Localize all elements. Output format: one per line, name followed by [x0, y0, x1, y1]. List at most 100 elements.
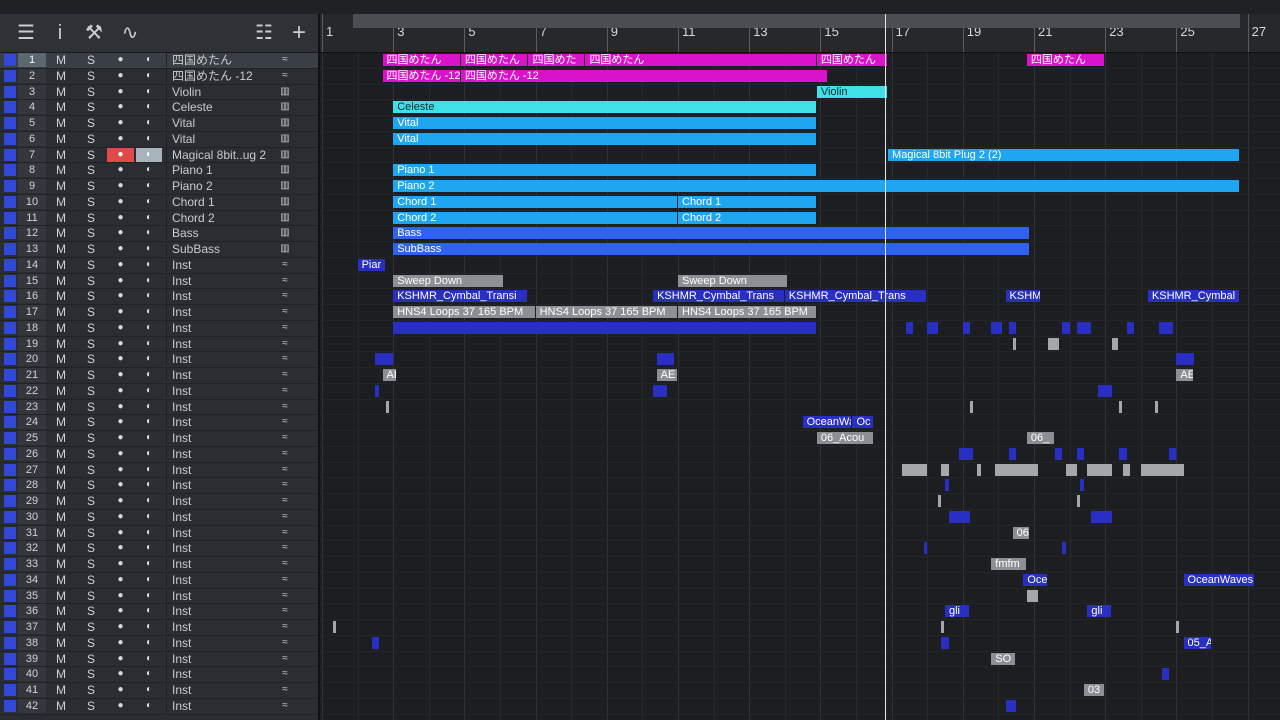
track-color-swatch[interactable] [4, 684, 16, 696]
mute-button[interactable]: M [52, 652, 70, 666]
event-block[interactable] [937, 495, 941, 507]
monitor-button[interactable]: ◐ [136, 147, 162, 162]
track-row[interactable]: 24 M S ● ◐ Inst ≈ [0, 415, 318, 431]
track-name[interactable]: Inst [166, 336, 280, 351]
arrangement-clip[interactable]: 四国めたん [1026, 54, 1105, 66]
event-block[interactable] [905, 321, 913, 334]
track-color-swatch[interactable] [4, 195, 16, 208]
track-row[interactable]: 13 M S ● ◐ SubBass ▥ [0, 242, 318, 258]
track-row[interactable]: 42 M S ● ◐ Inst ≈ [0, 698, 318, 715]
track-name[interactable]: Inst [166, 651, 280, 666]
monitor-button[interactable]: ◐ [136, 557, 162, 571]
track-name[interactable]: Inst [166, 557, 280, 571]
record-arm-button[interactable]: ● [107, 620, 134, 634]
track-name[interactable]: Inst [166, 399, 280, 414]
track-color-swatch[interactable] [4, 621, 16, 633]
arrangement-clip[interactable]: Piano 2 [393, 180, 1240, 192]
solo-button[interactable]: S [82, 116, 100, 130]
solo-button[interactable]: S [82, 636, 100, 650]
mute-button[interactable]: M [52, 242, 70, 256]
event-block[interactable] [902, 463, 928, 476]
event-block[interactable] [1076, 447, 1084, 460]
track-name[interactable]: Inst [166, 683, 280, 697]
solo-button[interactable]: S [82, 526, 100, 540]
track-color-swatch[interactable] [4, 274, 16, 287]
track-name[interactable]: Inst [166, 588, 280, 603]
solo-button[interactable]: S [82, 573, 100, 587]
event-block[interactable] [1087, 463, 1113, 476]
record-arm-button[interactable]: ● [107, 53, 134, 67]
event-block[interactable] [991, 321, 1002, 334]
record-arm-button[interactable]: ● [107, 431, 134, 445]
solo-button[interactable]: S [82, 148, 100, 162]
menu-icon[interactable]: ☰ [14, 22, 38, 44]
record-arm-button[interactable]: ● [107, 258, 134, 272]
arrangement-clip[interactable]: Chord 2 [678, 211, 816, 224]
arrangement-clip[interactable]: 四国めたん [585, 54, 816, 66]
arrangement-clip[interactable]: AE [656, 369, 677, 381]
event-block[interactable] [1140, 463, 1184, 476]
arrangement-clip[interactable]: HNS4 Loops 37 165 BPM [535, 306, 677, 318]
event-block[interactable] [1155, 400, 1159, 413]
event-block[interactable] [1119, 400, 1123, 413]
record-arm-button[interactable]: ● [107, 478, 134, 492]
record-arm-button[interactable]: ● [107, 321, 134, 335]
track-row[interactable]: 14 M S ● ◐ Inst ≈ [0, 257, 318, 274]
track-row[interactable]: 25 M S ● ◐ Inst ≈ [0, 431, 318, 447]
track-name[interactable]: Chord 1 [166, 194, 280, 209]
event-block[interactable] [1012, 337, 1017, 350]
record-arm-button[interactable]: ● [107, 85, 134, 99]
event-block[interactable] [371, 636, 379, 649]
monitor-button[interactable]: ◐ [136, 510, 162, 524]
track-row[interactable]: 40 M S ● ◐ Inst ≈ [0, 667, 318, 683]
track-name[interactable]: Inst [166, 415, 280, 430]
arrangement-clip[interactable]: Chord 2 [393, 211, 677, 224]
record-arm-button[interactable]: ● [107, 100, 134, 114]
track-row[interactable]: 30 M S ● ◐ Inst ≈ [0, 509, 318, 526]
mute-button[interactable]: M [52, 415, 70, 429]
monitor-button[interactable]: ◐ [136, 352, 162, 366]
monitor-button[interactable]: ◐ [136, 478, 162, 492]
solo-button[interactable]: S [82, 163, 100, 177]
track-row[interactable]: 33 M S ● ◐ Inst ≈ [0, 557, 318, 573]
event-block[interactable] [1009, 321, 1017, 334]
mute-button[interactable]: M [52, 69, 70, 83]
arrangement-clip[interactable] [393, 321, 816, 334]
track-row[interactable]: 23 M S ● ◐ Inst ≈ [0, 399, 318, 416]
solo-button[interactable]: S [82, 69, 100, 83]
monitor-button[interactable]: ◐ [136, 447, 162, 461]
solo-button[interactable]: S [82, 274, 100, 288]
track-name[interactable]: SubBass [166, 242, 280, 256]
track-name[interactable]: Inst [166, 572, 280, 587]
track-row[interactable]: 7 M S ● ◐ Magical 8bit..ug 2 ▥ [0, 147, 318, 164]
arrangement-clip[interactable]: SO [991, 652, 1016, 665]
arrangement-clip[interactable]: Vital [393, 117, 816, 129]
event-block[interactable] [1176, 353, 1195, 366]
record-arm-button[interactable]: ● [107, 384, 134, 398]
arrangement-clip[interactable]: Piar [357, 258, 386, 271]
track-color-swatch[interactable] [4, 699, 16, 712]
track-color-swatch[interactable] [4, 353, 16, 366]
track-color-swatch[interactable] [4, 117, 16, 129]
track-color-swatch[interactable] [4, 416, 16, 429]
event-block[interactable] [375, 353, 394, 366]
track-color-swatch[interactable] [4, 337, 16, 350]
track-name[interactable]: Inst [166, 494, 280, 508]
event-block[interactable] [1005, 699, 1017, 712]
track-row[interactable]: 38 M S ● ◐ Inst ≈ [0, 635, 318, 652]
solo-button[interactable]: S [82, 510, 100, 524]
solo-button[interactable]: S [82, 415, 100, 429]
monitor-button[interactable]: ◐ [136, 526, 162, 540]
arrangement-clip[interactable]: HNS4 Loops 37 165 BPM [393, 306, 535, 318]
mute-button[interactable]: M [52, 541, 70, 555]
solo-button[interactable]: S [82, 226, 100, 240]
monitor-button[interactable]: ◐ [136, 69, 162, 83]
solo-button[interactable]: S [82, 683, 100, 697]
track-row[interactable]: 8 M S ● ◐ Piano 1 ▥ [0, 163, 318, 179]
track-name[interactable]: Inst [166, 305, 280, 319]
track-name[interactable]: Inst [166, 352, 280, 367]
record-arm-button[interactable]: ● [107, 652, 134, 666]
monitor-button[interactable]: ◐ [136, 226, 162, 240]
monitor-button[interactable]: ◐ [136, 211, 162, 225]
record-arm-button[interactable]: ● [107, 589, 134, 603]
